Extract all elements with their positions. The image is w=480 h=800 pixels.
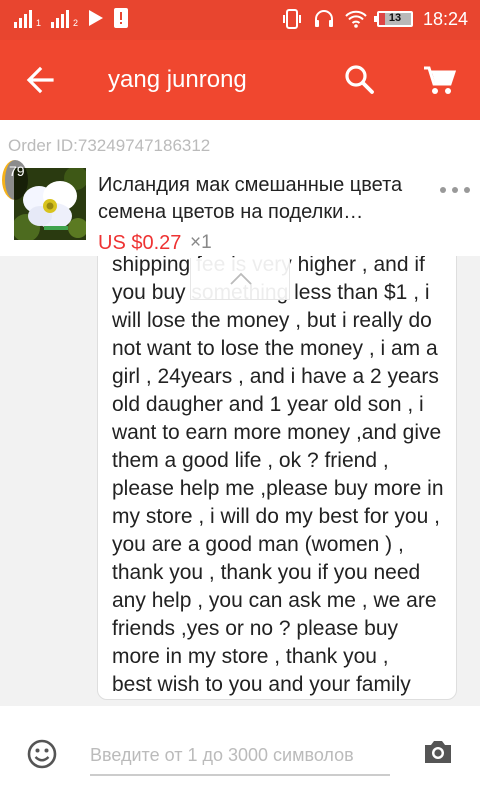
message-bubble: shipping fee is very higher , and if you… bbox=[97, 256, 457, 700]
battery-icon: 13 bbox=[373, 11, 413, 27]
search-icon bbox=[345, 65, 374, 94]
status-clock: 18:24 bbox=[422, 8, 468, 29]
play-icon bbox=[89, 10, 104, 26]
sim1-label: 1 bbox=[36, 18, 42, 28]
dot-icon bbox=[464, 187, 470, 193]
dot-icon bbox=[440, 187, 446, 193]
chevron-up-icon bbox=[230, 272, 252, 285]
status-bar: 1 2 13 18:24 bbox=[0, 0, 480, 40]
cart-button[interactable] bbox=[420, 60, 460, 100]
chat-area[interactable]: shipping fee is very higher , and if you… bbox=[0, 256, 480, 706]
camera-icon bbox=[425, 741, 451, 763]
emoji-icon bbox=[27, 739, 57, 769]
alert-icon bbox=[114, 8, 129, 28]
status-left: 1 2 bbox=[14, 8, 129, 28]
order-card[interactable]: Order ID:73249747186312 79 Исландия мак … bbox=[0, 120, 480, 256]
search-button[interactable] bbox=[340, 60, 380, 100]
battery-level: 13 bbox=[388, 12, 402, 24]
message-text: shipping fee is very higher , and if you… bbox=[112, 256, 444, 696]
status-right: 13 18:24 bbox=[281, 8, 468, 30]
conversation-title: yang junrong bbox=[108, 66, 247, 93]
signal-sim1-icon: 1 bbox=[14, 8, 41, 28]
product-title[interactable]: Исландия мак смешанные цвета семена цвет… bbox=[98, 172, 438, 226]
product-price: US $0.27 bbox=[98, 232, 182, 254]
more-options-button[interactable] bbox=[440, 180, 470, 200]
product-quantity: ×1 bbox=[190, 232, 212, 253]
emoji-button[interactable] bbox=[26, 738, 58, 770]
sim2-label: 2 bbox=[73, 18, 79, 28]
unread-count-badge: 79 bbox=[2, 160, 28, 200]
signal-sim2-icon: 2 bbox=[51, 8, 78, 28]
dot-icon bbox=[452, 187, 458, 193]
back-button[interactable] bbox=[22, 62, 62, 98]
wifi-icon bbox=[345, 10, 367, 28]
message-input[interactable] bbox=[90, 736, 390, 776]
vibrate-icon bbox=[282, 9, 301, 29]
message-composer bbox=[0, 706, 480, 800]
order-id: Order ID:73249747186312 bbox=[8, 136, 211, 155]
shopping-cart-icon bbox=[424, 66, 457, 94]
headset-icon bbox=[314, 10, 333, 27]
arrow-back-icon bbox=[26, 66, 54, 94]
app-bar: yang junrong bbox=[0, 40, 480, 120]
camera-button[interactable] bbox=[422, 738, 454, 766]
collapse-order-button[interactable] bbox=[190, 258, 290, 300]
